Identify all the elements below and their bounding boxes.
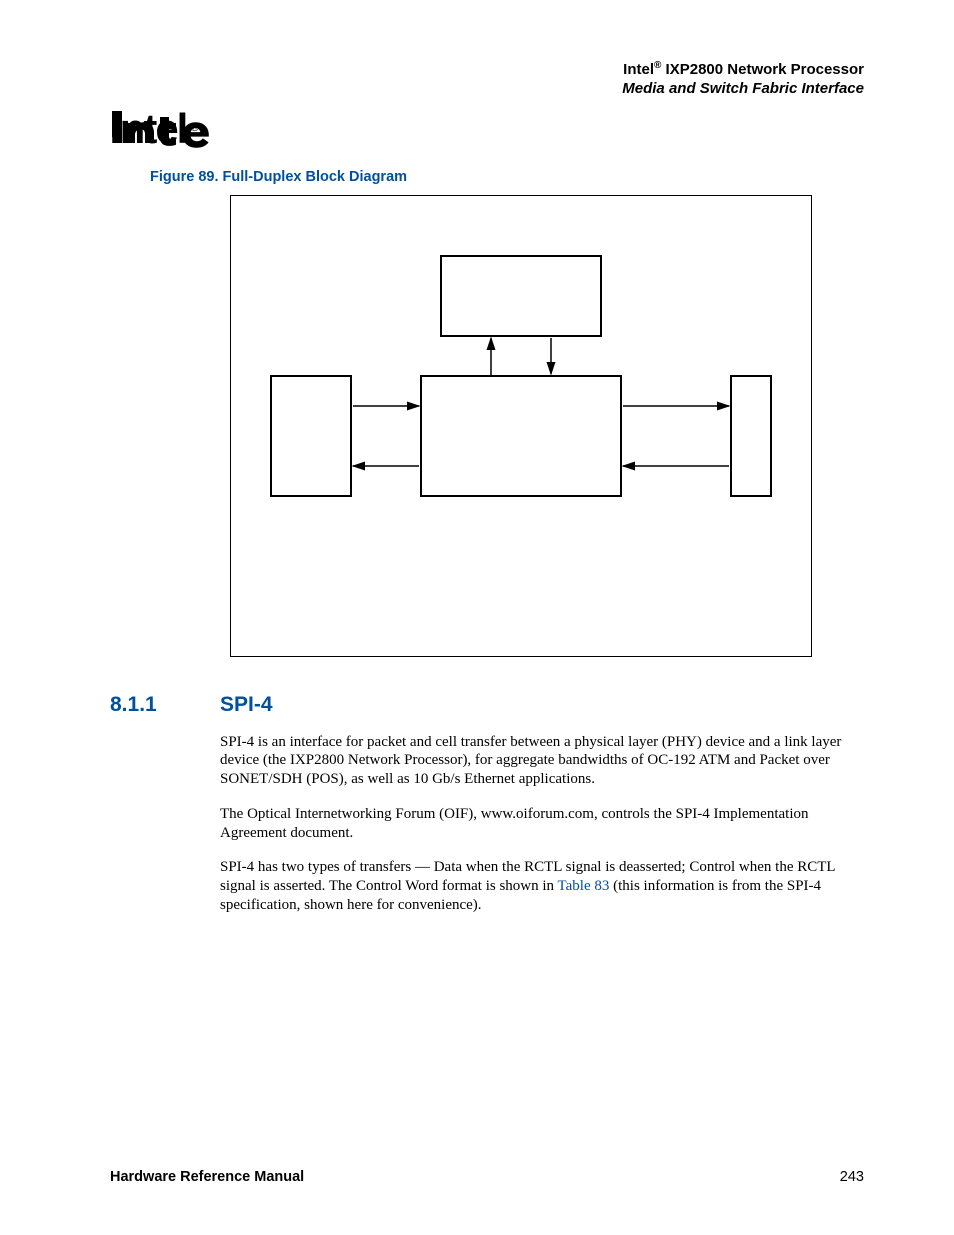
- intel-logo: . intel®: [110, 105, 864, 153]
- footer-page-number: 243: [840, 1169, 864, 1185]
- section-title: SPI-4: [220, 693, 273, 717]
- section-number: 8.1.1: [110, 693, 184, 717]
- figure-diagram: [230, 195, 812, 657]
- footer-title: Hardware Reference Manual: [110, 1169, 304, 1185]
- paragraph-3: SPI-4 has two types of transfers — Data …: [220, 858, 864, 914]
- figure-caption: Figure 89. Full-Duplex Block Diagram: [150, 169, 864, 185]
- page-header: Intel® IXP2800 Network Processor Media a…: [110, 60, 864, 99]
- table-83-xref[interactable]: Table 83: [558, 878, 610, 894]
- paragraph-1: SPI-4 is an interface for packet and cel…: [220, 733, 864, 789]
- header-line1: Intel® IXP2800 Network Processor: [110, 60, 864, 80]
- page-footer: Hardware Reference Manual 243: [110, 1169, 864, 1185]
- header-line2: Media and Switch Fabric Interface: [110, 80, 864, 99]
- paragraph-2: The Optical Internetworking Forum (OIF),…: [220, 805, 864, 843]
- section-heading: 8.1.1 SPI-4: [110, 693, 864, 717]
- header-brand: Intel: [623, 61, 654, 78]
- header-product: IXP2800 Network Processor: [661, 61, 864, 78]
